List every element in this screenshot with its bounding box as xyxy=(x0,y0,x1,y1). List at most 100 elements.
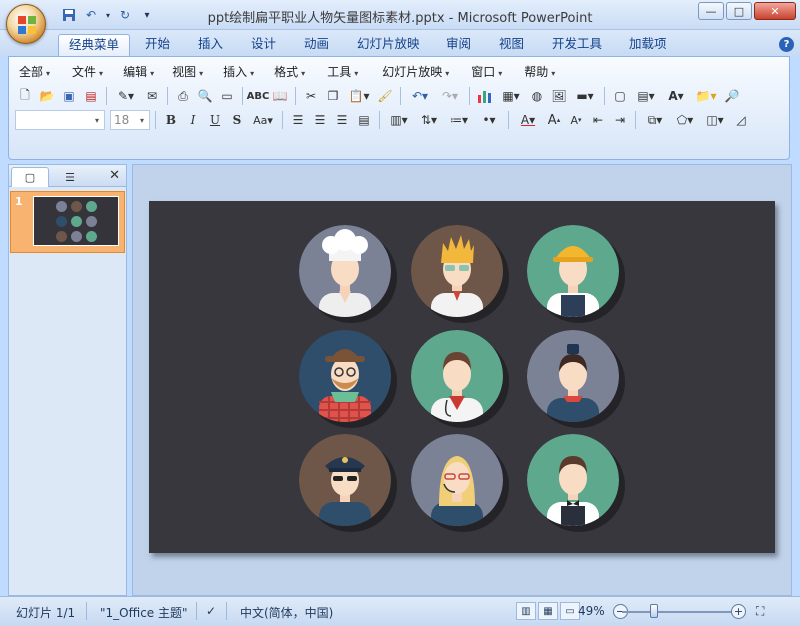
operator-avatar[interactable] xyxy=(411,434,503,526)
increase-indent-icon[interactable]: ⇥ xyxy=(610,110,630,130)
slideshow-view-icon[interactable]: ▭ xyxy=(560,602,580,620)
menu-help[interactable]: 帮助 ▾ xyxy=(518,63,563,81)
new-slide-icon[interactable]: ▢ xyxy=(610,86,630,106)
theme-name[interactable]: "1_Office 主题" xyxy=(100,604,188,621)
scientist-avatar[interactable] xyxy=(411,225,503,317)
close-icon[interactable]: ✕ xyxy=(109,168,120,183)
close-button[interactable]: ✕ xyxy=(754,2,796,20)
print-preview-icon[interactable]: 🔍 xyxy=(195,86,215,106)
arrange-icon[interactable]: ⧉▾ xyxy=(641,110,669,130)
undo-icon[interactable]: ↶▾ xyxy=(406,86,434,106)
help-icon[interactable]: ? xyxy=(779,37,794,52)
slide-thumbnail[interactable]: 1 xyxy=(10,191,125,253)
menu-tools[interactable]: 工具 ▾ xyxy=(321,63,366,81)
tab-classic-menu[interactable]: 经典菜单 xyxy=(58,34,131,56)
office-button[interactable] xyxy=(6,4,46,44)
shadow-icon[interactable]: S xyxy=(227,110,247,130)
font-size-combo[interactable]: 18 ▾ xyxy=(110,110,150,130)
align-center-icon[interactable]: ☰ xyxy=(310,110,330,130)
format-painter-icon[interactable]: 🖌 xyxy=(375,86,395,106)
menu-edit[interactable]: 编辑 ▾ xyxy=(117,63,162,81)
find-icon[interactable]: 🔎 xyxy=(722,86,742,106)
slides-tab-icon[interactable]: ▢ xyxy=(11,167,49,187)
underline-icon[interactable]: U xyxy=(205,110,225,130)
menu-insert[interactable]: 插入 ▾ xyxy=(217,63,262,81)
layout-icon[interactable]: ▤▾ xyxy=(632,86,660,106)
tab-slideshow[interactable]: 幻灯片放映 xyxy=(347,34,430,56)
tab-home[interactable]: 开始 xyxy=(135,34,180,56)
font-color-icon[interactable]: A▾ xyxy=(514,110,542,130)
tab-view[interactable]: 视图 xyxy=(489,34,534,56)
new-document-icon[interactable]: 🗋 xyxy=(15,86,35,106)
menu-window[interactable]: 窗口 ▾ xyxy=(465,63,510,81)
numbering-icon[interactable]: ≔▾ xyxy=(445,110,473,130)
bold-icon[interactable]: B xyxy=(161,110,181,130)
copy-icon[interactable]: ❐ xyxy=(323,86,343,106)
tab-animation[interactable]: 动画 xyxy=(294,34,339,56)
menu-slideshow[interactable]: 幻灯片放映 ▾ xyxy=(376,63,457,81)
decrease-font-icon[interactable]: A ▾ xyxy=(566,110,586,130)
picture-icon[interactable]: 🖼 xyxy=(549,86,569,106)
waiter-avatar[interactable] xyxy=(527,434,619,526)
redo-icon[interactable]: ↷▾ xyxy=(436,86,464,106)
increase-font-icon[interactable]: A ▴ xyxy=(544,110,564,130)
text-direction-icon[interactable]: ⇅▾ xyxy=(415,110,443,130)
zoom-level[interactable]: 49% xyxy=(578,604,605,618)
hipster-avatar[interactable] xyxy=(299,330,391,422)
cut-icon[interactable]: ✂ xyxy=(301,86,321,106)
slide-view-icon[interactable]: ▭ xyxy=(217,86,237,106)
email-icon[interactable]: ✉ xyxy=(142,86,162,106)
italic-icon[interactable]: I xyxy=(183,110,203,130)
decrease-indent-icon[interactable]: ⇤ xyxy=(588,110,608,130)
research-icon[interactable]: 📖 xyxy=(270,86,290,106)
bullets-icon[interactable]: •▾ xyxy=(475,110,503,130)
zoom-in-icon[interactable]: + xyxy=(731,604,746,619)
line-style-icon[interactable]: ▬▾ xyxy=(571,86,599,106)
open-folder-icon[interactable]: 📂 xyxy=(37,86,57,106)
justify-icon[interactable]: ▤ xyxy=(354,110,374,130)
menu-all[interactable]: 全部 ▾ xyxy=(13,63,58,81)
chef-avatar[interactable] xyxy=(299,225,391,317)
menu-format[interactable]: 格式 ▾ xyxy=(268,63,313,81)
slide-sorter-view-icon[interactable]: ▦ xyxy=(538,602,558,620)
save-icon[interactable]: ▣ xyxy=(59,86,79,106)
save-pdf-icon[interactable]: ▤ xyxy=(81,86,101,106)
language-indicator[interactable]: 中文(简体，中国) xyxy=(240,604,333,621)
chart-icon[interactable] xyxy=(475,86,495,106)
doctor-avatar[interactable] xyxy=(411,330,503,422)
construction-worker-avatar[interactable] xyxy=(527,225,619,317)
shapes-icon[interactable]: ⬠▾ xyxy=(671,110,699,130)
table-icon[interactable]: ▦▾ xyxy=(497,86,525,106)
menu-file[interactable]: 文件 ▾ xyxy=(66,63,111,81)
tab-addins[interactable]: 加载项 xyxy=(619,34,677,56)
tab-design[interactable]: 设计 xyxy=(241,34,286,56)
folder-icon[interactable]: 📁▾ xyxy=(692,86,720,106)
paste-icon[interactable]: 📋▾ xyxy=(345,86,373,106)
flight-attendant-avatar[interactable] xyxy=(527,330,619,422)
tab-review[interactable]: 审阅 xyxy=(436,34,481,56)
zoom-slider[interactable] xyxy=(622,611,732,613)
columns-icon[interactable]: ▥▾ xyxy=(385,110,413,130)
permission-icon[interactable]: ✎▾ xyxy=(112,86,140,106)
print-icon[interactable]: ⎙ xyxy=(173,86,193,106)
change-case-icon[interactable]: Aa▾ xyxy=(249,110,277,130)
textbox-icon[interactable]: A▾ xyxy=(662,86,690,106)
font-name-combo[interactable]: ▾ xyxy=(15,110,105,130)
maximize-button[interactable]: □ xyxy=(726,2,752,20)
shape-fill-icon[interactable]: ◫▾ xyxy=(701,110,729,130)
fit-to-window-icon[interactable]: ⛶ xyxy=(756,604,764,619)
align-right-icon[interactable]: ☰ xyxy=(332,110,352,130)
clipart-icon[interactable]: ◍ xyxy=(527,86,547,106)
menu-view[interactable]: 视图 ▾ xyxy=(166,63,211,81)
zoom-slider-thumb[interactable] xyxy=(650,604,658,618)
minimize-button[interactable]: — xyxy=(698,2,724,20)
tab-developer[interactable]: 开发工具 xyxy=(542,34,612,56)
spelling-icon[interactable]: ABC xyxy=(247,86,270,106)
police-officer-avatar[interactable] xyxy=(299,434,391,526)
outline-tab-icon[interactable]: ☰ xyxy=(51,167,89,187)
spell-check-icon[interactable]: ✓ xyxy=(206,604,216,618)
shape-outline-icon[interactable]: ◿ xyxy=(731,110,751,130)
slide-canvas[interactable] xyxy=(149,201,775,553)
align-left-icon[interactable]: ☰ xyxy=(288,110,308,130)
normal-view-icon[interactable]: ▥ xyxy=(516,602,536,620)
